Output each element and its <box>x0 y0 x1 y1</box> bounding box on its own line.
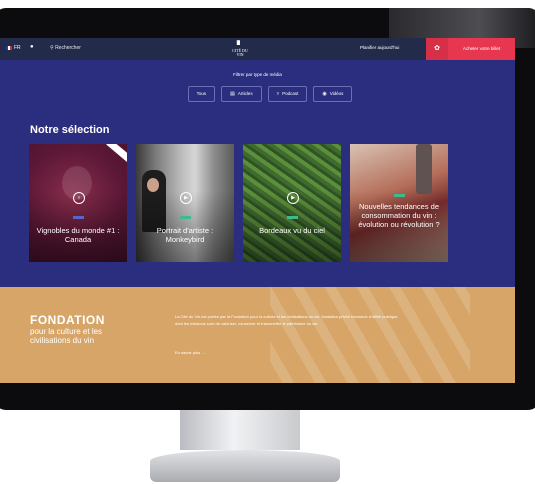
decorative-stripes <box>270 287 470 383</box>
card-vignobles-canada[interactable]: ▿ Vignobles du monde #1 : Canada <box>29 144 127 262</box>
monitor-stand-neck <box>180 410 300 450</box>
card-title: Portrait d'artiste : Monkeybird <box>156 226 214 244</box>
filter-podcast-label: Podcast <box>282 91 299 96</box>
card-tag <box>394 194 405 197</box>
foundation-subtitle-1: pour la culture et les <box>30 327 103 336</box>
flag-icon <box>6 45 12 50</box>
foundation-text: La Cité du Vin est portée par la Fondati… <box>175 314 399 326</box>
play-icon: ▶ <box>180 192 192 204</box>
card-title: Bordeaux vu du ciel <box>259 226 325 235</box>
user-icon[interactable]: ● <box>30 44 34 50</box>
card-bordeaux-ciel[interactable]: ▶ Bordeaux vu du ciel <box>243 144 341 262</box>
media-filters: Tous ▤ Articles ▿ Podcast ◉ Vidéos <box>150 86 390 102</box>
filter-all-label: Tous <box>196 91 207 96</box>
top-navbar: FR ● ⚲ Rechercher ▘ CITÉ DU VIN Planifie… <box>0 38 515 60</box>
foundation-title: FONDATION <box>30 313 105 327</box>
video-icon: ◉ <box>322 91 327 97</box>
arrow-right-icon: → <box>201 350 206 355</box>
podcast-icon: ▿ <box>73 192 85 204</box>
more-label: En savoir plus <box>175 350 201 355</box>
card-tag <box>287 216 298 219</box>
search-label: Rechercher <box>55 45 81 51</box>
filter-title: Filtrer par type de média <box>233 72 282 77</box>
language-label: FR <box>14 45 21 51</box>
filter-articles-label: Articles <box>237 91 253 96</box>
foundation-subtitle-2: civilisations du vin <box>30 336 95 345</box>
article-icon: ▤ <box>230 91 235 97</box>
card-corner-ribbon <box>106 144 127 164</box>
filter-all[interactable]: Tous <box>187 86 216 102</box>
card-tag <box>180 216 191 219</box>
logo-line2: VIN <box>236 52 244 57</box>
monitor-stand-base <box>150 450 340 482</box>
filter-videos[interactable]: ◉ Vidéos <box>313 86 353 102</box>
section-title: Notre sélection <box>30 124 110 136</box>
language-selector[interactable]: FR <box>6 45 21 51</box>
filter-articles[interactable]: ▤ Articles <box>221 86 262 102</box>
site-logo[interactable]: ▘ CITÉ DU VIN <box>229 42 251 57</box>
card-monkeybird[interactable]: ▶ Portrait d'artiste : Monkeybird <box>136 144 234 262</box>
foundation-more-link[interactable]: En savoir plus → <box>175 350 205 355</box>
card-tag <box>73 216 84 219</box>
foundation-banner: FONDATION pour la culture et les civilis… <box>0 287 515 383</box>
play-icon: ▶ <box>287 192 299 204</box>
buy-ticket-button[interactable]: Acheter votre billet <box>448 38 515 60</box>
plan-today-link[interactable]: Planifier aujourd'hui <box>360 45 399 50</box>
card-title: Vignobles du monde #1 : Canada <box>36 226 120 244</box>
search-button[interactable]: ⚲ Rechercher <box>50 45 81 51</box>
filter-podcast[interactable]: ▿ Podcast <box>267 86 308 102</box>
podcast-icon: ▿ <box>276 91 280 97</box>
filter-videos-label: Vidéos <box>329 91 344 96</box>
card-title: Nouvelles tendances de consommation du v… <box>358 202 440 229</box>
card-tendances[interactable]: Nouvelles tendances de consommation du v… <box>350 144 448 262</box>
website-screen: FR ● ⚲ Rechercher ▘ CITÉ DU VIN Planifie… <box>0 38 515 383</box>
ticket-icon[interactable]: ✿ <box>426 38 448 60</box>
card-face-image <box>147 178 159 192</box>
monitor-frame: FR ● ⚲ Rechercher ▘ CITÉ DU VIN Planifie… <box>0 8 535 410</box>
card-bottle-image <box>416 144 432 194</box>
